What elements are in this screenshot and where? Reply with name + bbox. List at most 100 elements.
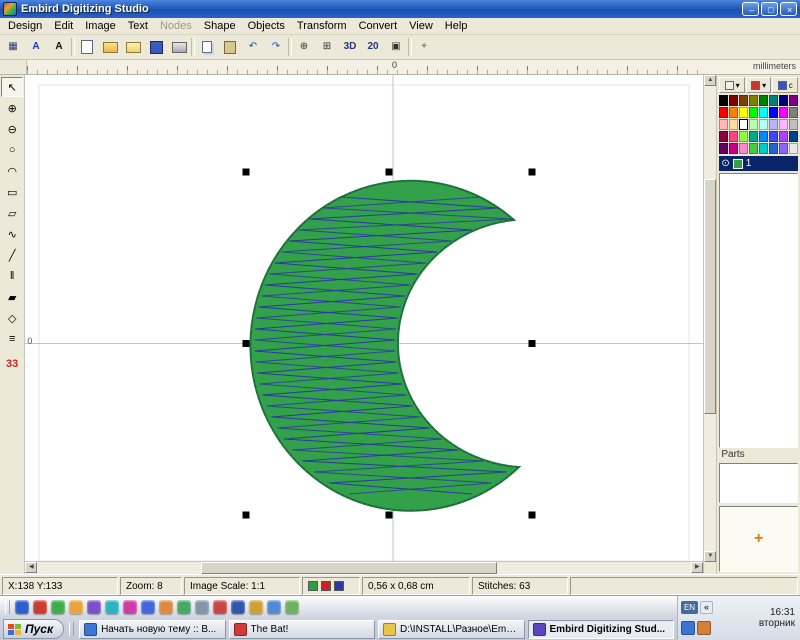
menu-item[interactable]: Image bbox=[79, 19, 122, 33]
vertical-scroll-thumb[interactable] bbox=[704, 179, 716, 414]
column-tool[interactable]: ‖ bbox=[1, 266, 23, 286]
palette-swatch[interactable] bbox=[749, 119, 758, 130]
palette-swatch[interactable] bbox=[759, 95, 768, 106]
parts-list-box[interactable] bbox=[719, 463, 798, 503]
open-file-button[interactable] bbox=[99, 37, 121, 57]
toolbar-grip[interactable] bbox=[5, 600, 10, 614]
toolbar-button[interactable] bbox=[71, 38, 75, 56]
design-canvas[interactable]: 0 bbox=[25, 75, 703, 561]
add-part-box[interactable]: + bbox=[719, 506, 798, 572]
vertical-scroll-track[interactable] bbox=[704, 86, 716, 551]
palette-swatch[interactable] bbox=[749, 143, 758, 154]
merge-design-button[interactable] bbox=[122, 37, 144, 57]
stitch-view-button[interactable]: 20 bbox=[362, 37, 384, 57]
taskbar-task-button[interactable]: The Bat! bbox=[229, 620, 375, 639]
tray-collapse-button[interactable]: « bbox=[700, 601, 713, 614]
palette-swatch[interactable] bbox=[779, 131, 788, 142]
menu-item[interactable]: Objects bbox=[242, 19, 291, 33]
quicklaunch-icon[interactable] bbox=[213, 600, 227, 614]
quicklaunch-icon[interactable] bbox=[177, 600, 191, 614]
palette-swatch[interactable] bbox=[719, 131, 728, 142]
zoom-button[interactable]: ⊕ bbox=[293, 37, 315, 57]
palette-swatch[interactable] bbox=[739, 143, 748, 154]
palette-mode-button[interactable]: c bbox=[772, 77, 798, 93]
tray-icon[interactable] bbox=[681, 621, 695, 635]
polygon-tool[interactable]: ▱ bbox=[1, 203, 23, 223]
fill-tool[interactable]: ▰ bbox=[1, 287, 23, 307]
arc-tool[interactable]: ◠ bbox=[1, 161, 23, 181]
taskbar-task-button[interactable]: Embird Digitizing Stud... bbox=[528, 620, 674, 639]
object-list-box[interactable] bbox=[719, 173, 798, 448]
redo-button[interactable]: ↷ bbox=[265, 37, 287, 57]
object-list-selected-row[interactable]: ⊙ 1 bbox=[719, 156, 798, 171]
palette-swatch[interactable] bbox=[759, 119, 768, 130]
undo-button[interactable]: ↶ bbox=[242, 37, 264, 57]
menu-item[interactable]: Edit bbox=[48, 19, 79, 33]
palette-swatch[interactable] bbox=[729, 143, 738, 154]
palette-swatch[interactable] bbox=[769, 119, 778, 130]
palette-swatch[interactable] bbox=[719, 143, 728, 154]
center-origin-button[interactable]: + bbox=[413, 37, 435, 57]
palette-swatch[interactable] bbox=[719, 95, 728, 106]
status-icon[interactable] bbox=[321, 581, 331, 591]
status-icon[interactable] bbox=[308, 581, 318, 591]
start-button[interactable]: Пуск bbox=[3, 619, 64, 639]
quicklaunch-icon[interactable] bbox=[15, 600, 29, 614]
palette-swatch[interactable] bbox=[779, 95, 788, 106]
palette-swatch[interactable] bbox=[789, 95, 798, 106]
palette-swatch[interactable] bbox=[779, 143, 788, 154]
quicklaunch-icon[interactable] bbox=[105, 600, 119, 614]
list-tool[interactable]: ≡ bbox=[1, 329, 23, 349]
quicklaunch-icon[interactable] bbox=[159, 600, 173, 614]
toolbar-button[interactable] bbox=[191, 38, 195, 56]
options-button[interactable]: ▣ bbox=[385, 37, 407, 57]
close-button[interactable]: × bbox=[780, 2, 797, 16]
horizontal-scroll-thumb[interactable] bbox=[201, 562, 497, 574]
scroll-right-arrow[interactable]: ▶ bbox=[691, 562, 703, 573]
taskbar-task-button[interactable]: Начать новую тему :: В... bbox=[79, 620, 225, 639]
quicklaunch-icon[interactable] bbox=[33, 600, 47, 614]
palette-swatch[interactable] bbox=[759, 143, 768, 154]
language-indicator[interactable]: EN bbox=[681, 601, 698, 614]
print-button[interactable] bbox=[168, 37, 190, 57]
palette-swatch[interactable] bbox=[739, 107, 748, 118]
palette-swatch[interactable] bbox=[759, 107, 768, 118]
menu-item[interactable]: Shape bbox=[198, 19, 242, 33]
scroll-up-arrow[interactable]: ▲ bbox=[704, 75, 716, 86]
quicklaunch-icon[interactable] bbox=[267, 600, 281, 614]
node-edit-tool[interactable]: ◇ bbox=[1, 308, 23, 328]
palette-swatch[interactable] bbox=[729, 107, 738, 118]
scroll-down-arrow[interactable]: ▼ bbox=[704, 551, 716, 562]
palette-swatch[interactable] bbox=[789, 143, 798, 154]
palette-swatch[interactable] bbox=[779, 119, 788, 130]
text-mode-button[interactable]: A bbox=[25, 37, 47, 57]
view-3d-button[interactable]: 3D bbox=[339, 37, 361, 57]
quicklaunch-icon[interactable] bbox=[285, 600, 299, 614]
line-tool[interactable]: ╱ bbox=[1, 245, 23, 265]
quicklaunch-icon[interactable] bbox=[141, 600, 155, 614]
quicklaunch-icon[interactable] bbox=[231, 600, 245, 614]
select-tool[interactable]: ↖ bbox=[1, 77, 23, 97]
maximize-button[interactable]: □ bbox=[761, 2, 778, 16]
status-icon[interactable] bbox=[334, 581, 344, 591]
menu-item[interactable]: View bbox=[403, 19, 439, 33]
quicklaunch-icon[interactable] bbox=[195, 600, 209, 614]
toolbar-button[interactable] bbox=[288, 38, 292, 56]
letter-tool-button[interactable]: A bbox=[48, 37, 70, 57]
palette-swatch[interactable] bbox=[769, 107, 778, 118]
menu-item[interactable]: Transform bbox=[291, 19, 353, 33]
clock[interactable]: 16:31 вторник bbox=[713, 597, 797, 639]
taskbar-task-button[interactable]: D:\INSTALL\Разное\Embird bbox=[378, 620, 524, 639]
palette-swatch[interactable] bbox=[719, 107, 728, 118]
palette-swatch[interactable] bbox=[759, 131, 768, 142]
toolbar-button[interactable] bbox=[408, 38, 412, 56]
menu-item[interactable]: Help bbox=[439, 19, 474, 33]
palette-swatch[interactable] bbox=[739, 95, 748, 106]
color-list-button[interactable]: ▾ bbox=[746, 77, 772, 93]
quicklaunch-icon[interactable] bbox=[249, 600, 263, 614]
palette-swatch[interactable] bbox=[729, 131, 738, 142]
palette-swatch[interactable] bbox=[769, 143, 778, 154]
menu-item[interactable]: Convert bbox=[353, 19, 404, 33]
ellipse-tool[interactable]: ○ bbox=[1, 140, 23, 160]
quicklaunch-icon[interactable] bbox=[51, 600, 65, 614]
